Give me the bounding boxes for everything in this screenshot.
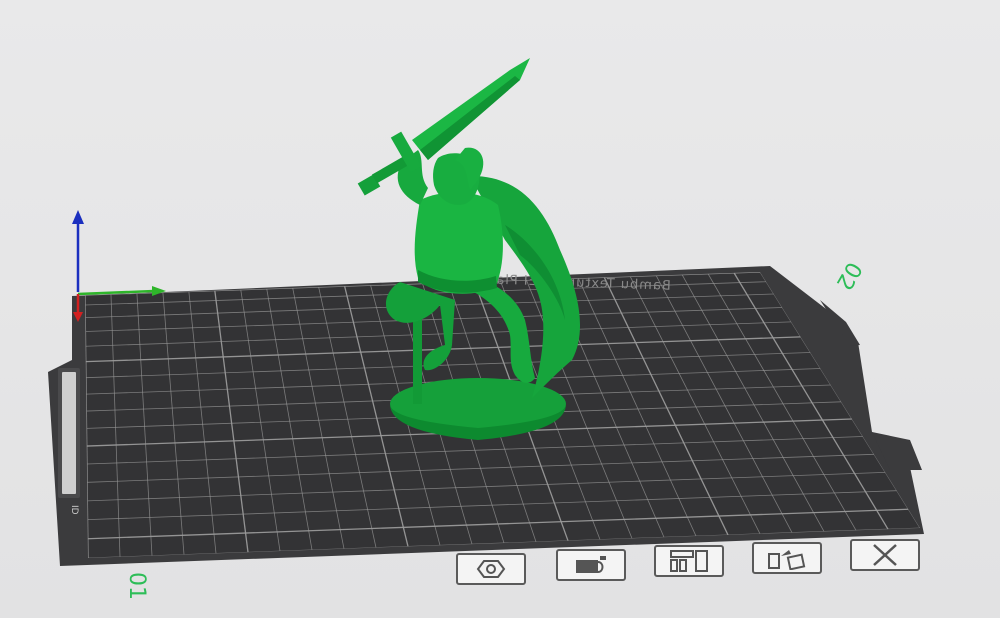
build-plate-scene[interactable]: ID Bambu Textured PEI Plate 01 02	[0, 0, 1000, 618]
move-object-button[interactable]	[752, 542, 822, 574]
bed-side-slot-text: ID	[69, 505, 79, 515]
move-icon	[768, 550, 806, 570]
close-icon	[873, 544, 897, 566]
plate-lock-icon	[576, 556, 606, 573]
arrange-button[interactable]	[556, 549, 626, 581]
hexagon-nut-icon	[476, 560, 506, 578]
front-plate-number: 01	[124, 572, 149, 600]
figure-sword-blade-shade	[420, 76, 520, 160]
plate-toolbar	[452, 539, 927, 585]
plate-settings-button[interactable]	[654, 545, 724, 577]
layout-icon	[670, 550, 708, 572]
3d-viewport[interactable]: ID Bambu Textured PEI Plate 01 02	[0, 0, 1000, 618]
delete-plate-button[interactable]	[850, 539, 920, 571]
figure-support-pole	[413, 312, 422, 404]
bed-side-slot-inner	[62, 372, 76, 494]
auto-orient-button[interactable]	[456, 553, 526, 585]
back-plate-number: 02	[831, 257, 867, 294]
